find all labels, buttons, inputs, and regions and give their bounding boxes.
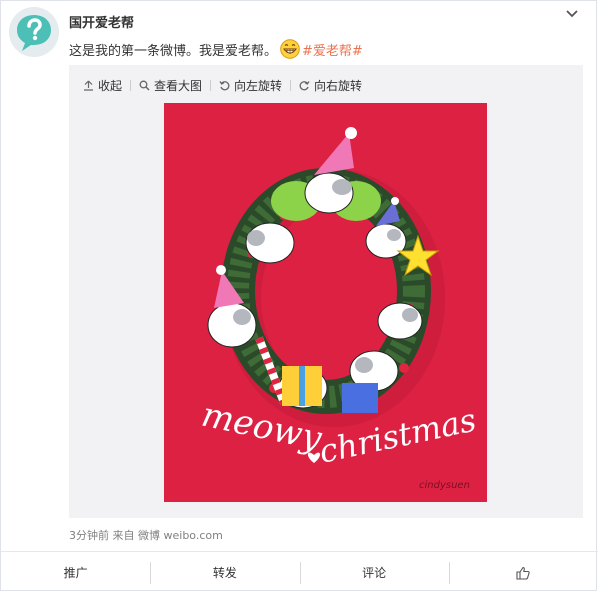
media-expanded-box: 收起 查看大图 向左旋转 向右旋转 meowy christmas cindys… bbox=[69, 65, 583, 518]
weibo-post-card: 国开爱老帮 这是我的第一条微博。我是爱老帮。 #爱老帮# 收起 查看大图 向左旋… bbox=[0, 0, 598, 593]
christmas-wreath-illustration: meowy christmas cindysuen bbox=[164, 103, 487, 502]
avatar[interactable] bbox=[9, 7, 59, 57]
post-meta: 3分钟前 来自 微博 weibo.com bbox=[69, 527, 223, 543]
toolbar-divider bbox=[290, 80, 292, 91]
search-icon bbox=[139, 80, 150, 91]
rotate-left-icon bbox=[219, 81, 230, 91]
like-button[interactable] bbox=[448, 561, 598, 584]
artist-signature: cindysuen bbox=[419, 480, 470, 491]
arrow-up-icon bbox=[84, 80, 93, 91]
toolbar-divider bbox=[130, 80, 132, 91]
username[interactable]: 国开爱老帮 bbox=[69, 12, 134, 31]
view-large-button[interactable]: 查看大图 bbox=[139, 77, 202, 94]
hashtag-link[interactable]: #爱老帮# bbox=[302, 40, 363, 59]
promote-button[interactable]: 推广 bbox=[1, 562, 150, 584]
collapse-button[interactable]: 收起 bbox=[83, 77, 122, 94]
post-image[interactable]: meowy christmas cindysuen bbox=[164, 103, 487, 502]
view-large-label: 查看大图 bbox=[154, 79, 203, 93]
post-time[interactable]: 3分钟前 bbox=[69, 529, 109, 542]
toolbar-divider bbox=[210, 80, 212, 91]
collapse-label: 收起 bbox=[98, 79, 123, 93]
repost-button[interactable]: 转发 bbox=[150, 561, 299, 584]
grin-emoji-icon bbox=[280, 39, 300, 59]
rotate-right-icon bbox=[299, 81, 310, 91]
rotate-left-button[interactable]: 向左旋转 bbox=[219, 77, 282, 94]
comment-button[interactable]: 评论 bbox=[299, 561, 449, 584]
image-toolbar: 收起 查看大图 向左旋转 向右旋转 bbox=[83, 77, 362, 94]
rotate-right-label: 向右旋转 bbox=[314, 79, 363, 93]
thumbs-up-icon bbox=[516, 566, 531, 580]
rotate-left-label: 向左旋转 bbox=[234, 79, 283, 93]
chevron-down-icon[interactable] bbox=[564, 7, 580, 21]
post-source[interactable]: 微博 weibo.com bbox=[138, 529, 223, 542]
rotate-right-button[interactable]: 向右旋转 bbox=[299, 77, 362, 94]
post-text: 这是我的第一条微博。我是爱老帮。 #爱老帮# bbox=[69, 39, 363, 59]
post-body: 这是我的第一条微博。我是爱老帮。 bbox=[69, 43, 278, 59]
question-bubble-icon bbox=[9, 7, 59, 57]
action-bar: 推广 转发 评论 bbox=[1, 551, 598, 593]
from-label: 来自 bbox=[112, 529, 135, 542]
